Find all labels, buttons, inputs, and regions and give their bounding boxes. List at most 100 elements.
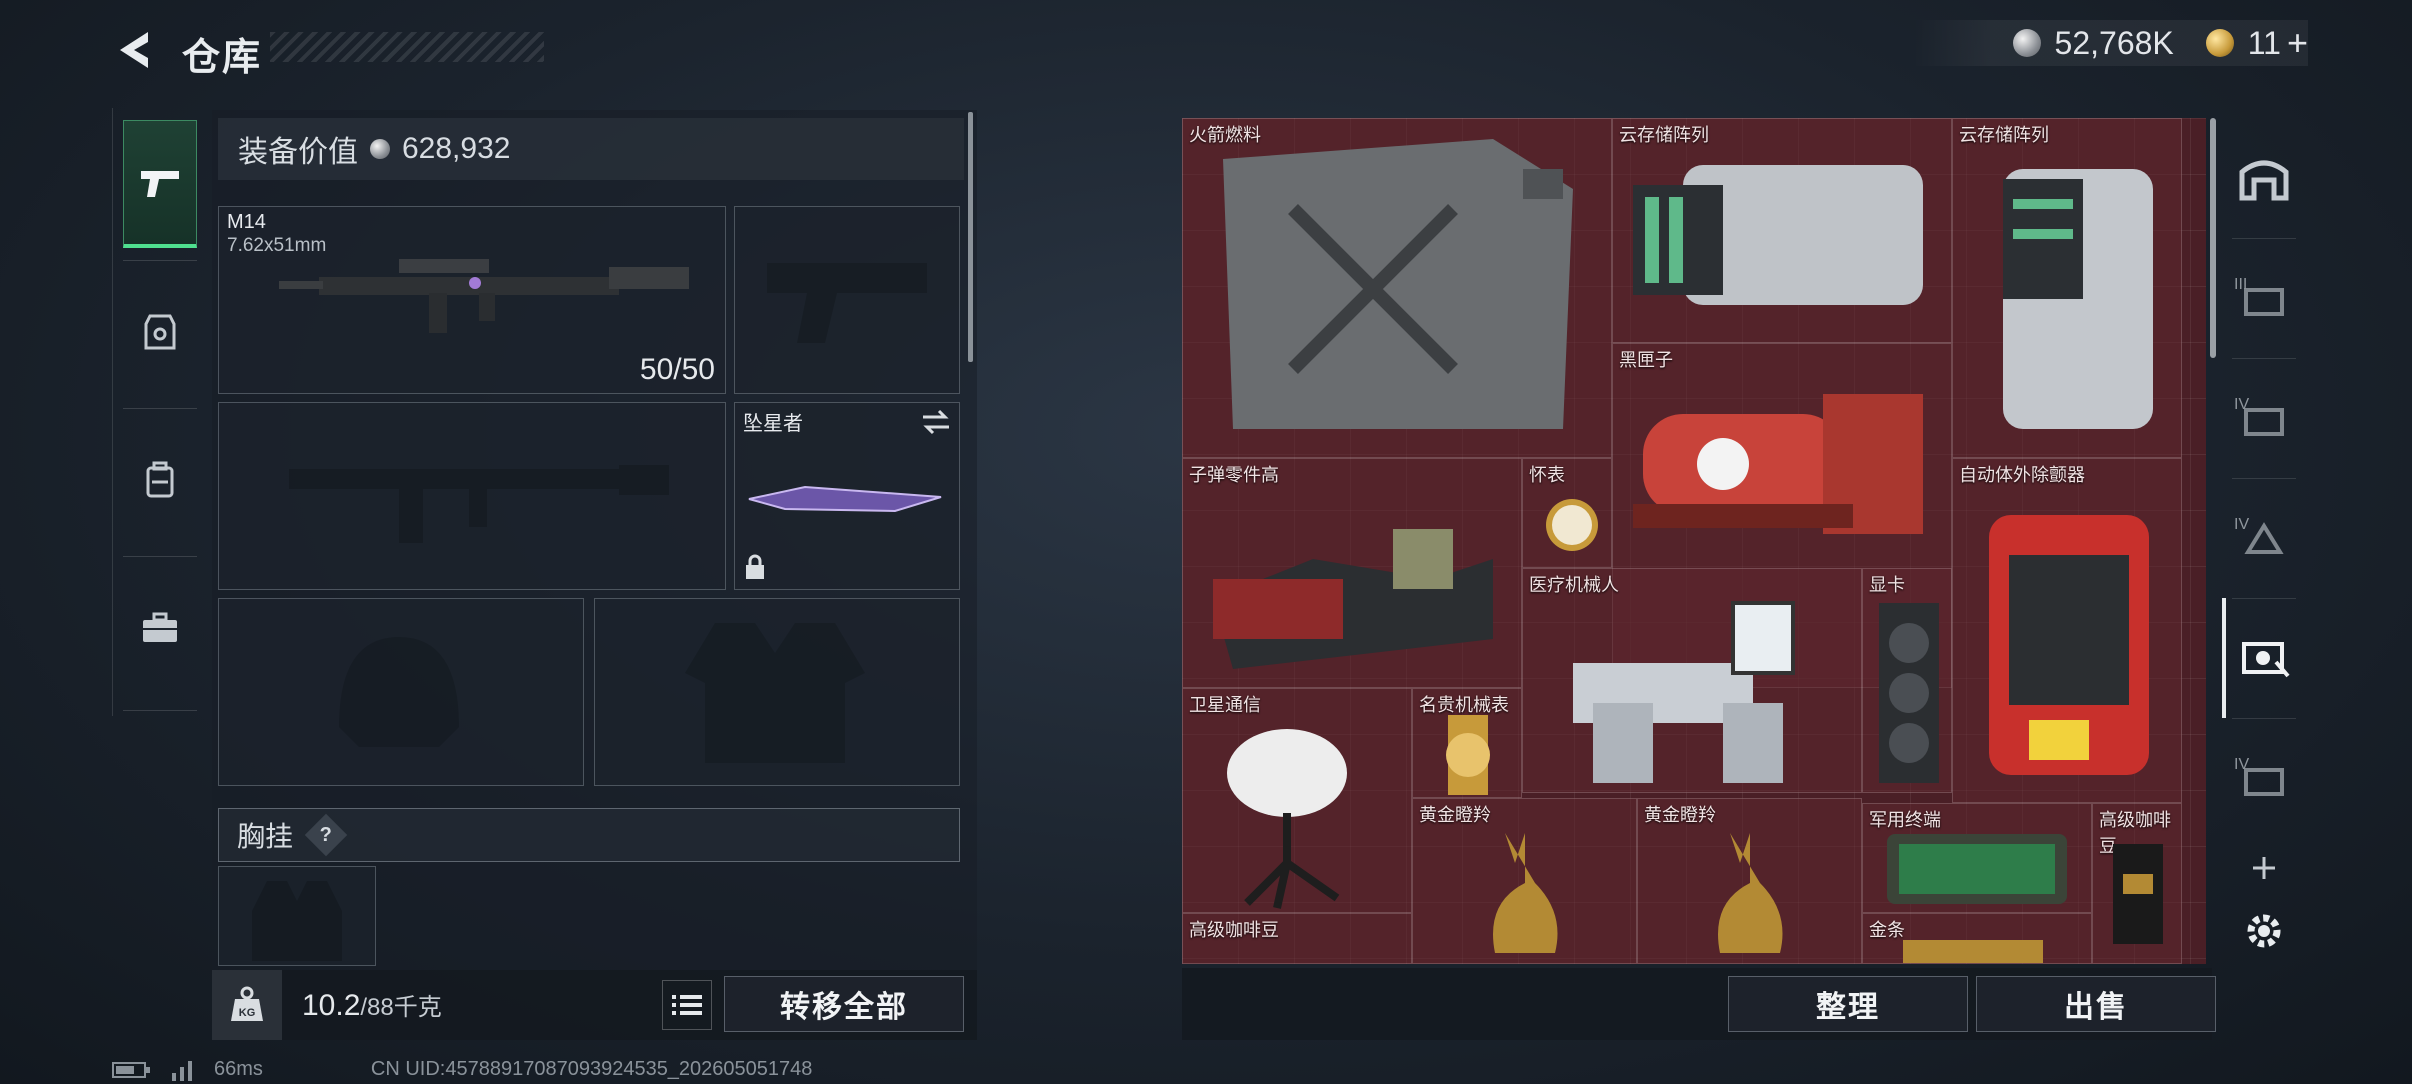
category-tier-4-a[interactable]: IV [2222,358,2306,478]
warehouse-icon [2239,160,2289,201]
armor-slot[interactable] [594,598,960,786]
status-bar: 66ms CN UID:4578891708709392453​5_202605… [112,1058,812,1081]
tier-label: III [2234,276,2248,293]
equipment-value: 628,932 [402,132,511,165]
vest-silhouette-icon [685,623,865,763]
pocket-watch-image [1546,499,1598,551]
tier-label: IV [2234,756,2250,773]
pistol-silhouette-icon [767,263,927,343]
stash-category-sidebar: III IV IV IV [2222,118,2306,978]
defibrillator-image [1989,515,2149,775]
back-arrow-icon [120,32,148,68]
helmet-slot[interactable] [218,598,584,786]
chest-rig-silhouette-icon [252,881,342,961]
transfer-all-button[interactable]: 转移全部 [724,976,964,1032]
currency-bar: 52,768K 11 + [1912,20,2308,66]
category-tier-4-b[interactable]: IV [2222,478,2306,598]
stash-item[interactable]: 卫星通信 [1182,688,1412,913]
stash-item[interactable]: 云存储阵列 [1612,118,1952,343]
stash-item[interactable]: 黄金瞪羚 [1412,798,1637,964]
loadout-scrollbar[interactable] [968,112,973,362]
equipment-value-bar: 装备价值 628,932 [218,118,964,180]
weapon-name: M14 [227,211,266,233]
stash-item[interactable]: 云存储阵列 [1952,118,2182,458]
category-tier-4-c[interactable]: IV [2222,718,2306,838]
category-tier-3[interactable]: III [2222,238,2306,358]
stash-item[interactable]: 怀表 [1522,458,1612,568]
rifle-image [279,259,689,333]
secondary-weapon-slot[interactable] [734,206,960,394]
add-category-button[interactable] [2222,838,2306,898]
silver-amount: 52,768K [2054,24,2174,61]
luxury-watch-image [1446,715,1490,795]
help-button[interactable]: ? [304,813,348,857]
user-uid: CN UID:4578891708709392453​5_20260505174… [370,1058,813,1080]
melee-name: 坠星者 [743,413,803,435]
tab-weapons[interactable] [123,120,197,248]
satellite-dish-image [1227,729,1347,909]
stash-item[interactable]: 自动体外除颤器 [1952,458,2182,803]
chest-rig-slot[interactable] [218,866,376,966]
weight-current: 10.2 [302,989,361,1022]
chest-rig-label: 胸挂 [237,821,294,852]
lock-icon [746,554,764,579]
list-view-button[interactable] [662,980,712,1030]
golden-gazelle-image [1493,833,1558,953]
tab-case[interactable] [123,564,197,692]
tab-backpack[interactable] [123,416,197,544]
medical-robot-image [1573,601,1795,783]
stash-item[interactable]: 黄金瞪羚 [1637,798,1862,964]
stash-item[interactable]: 子弹零件高 [1182,458,1522,688]
stash-item[interactable]: 医疗机械人 [1522,568,1862,793]
ping-readout: 66ms [214,1058,263,1080]
sell-button[interactable]: 出售 [1976,976,2216,1032]
ammo-parts-image [1213,529,1493,669]
gold-amount: 11 [2247,24,2281,61]
stash-item[interactable]: 高级咖啡豆 [1182,913,1412,964]
black-box-image [1633,394,1923,534]
secondary-rifle-slot[interactable] [218,402,726,590]
valuables-icon [2242,642,2290,678]
plus-icon [2253,857,2275,879]
category-valuables[interactable] [2222,598,2306,718]
server-tower-image [2003,169,2153,429]
gold-coin-icon [2205,29,2234,57]
add-currency-button[interactable]: + [2287,22,2308,64]
gear-icon [2247,914,2281,948]
server-image [1633,165,1923,305]
page-title: 仓库 [182,37,263,79]
helmet-silhouette-icon [339,637,459,747]
settings-button[interactable] [2222,896,2306,966]
rifle-silhouette-icon [289,465,669,543]
equipment-value-label: 装备价值 [238,136,358,169]
weight-readout: 10.2/88千克 [302,987,442,1023]
stash-grid: 火箭燃料 云存储阵列 云存储阵列 黑匣子 子弹零件高 怀表 自动体外除颤器 医疗… [1182,118,2206,964]
footer-left-bar: KG 10.2/88千克 转移全部 [212,970,977,1040]
category-all[interactable] [2222,118,2306,238]
stash-item[interactable]: 名贵机械表 [1412,688,1522,798]
stash-item[interactable]: 火箭燃料 [1182,118,1612,458]
organize-button[interactable]: 整理 [1728,976,1968,1032]
weapon-ammo: 50/50 [639,353,715,386]
footer-right-bar: 整理 出售 [1182,968,2216,1040]
chest-rig-header: 胸挂 ? [218,808,960,862]
graphics-card-image [1879,603,1939,783]
weight-capacity: /88千克 [360,994,442,1021]
stash-item[interactable]: 显卡 [1862,568,1952,793]
pistol-icon [141,170,179,197]
military-terminal-image [1887,834,2067,904]
melee-slot[interactable]: 坠星者 [734,402,960,590]
primary-weapon-slot[interactable]: M14 7.62x51mm 50/50 [218,206,726,394]
coffee-bag-image [2113,844,2163,944]
equipment-tabs [112,108,206,716]
stash-scrollbar[interactable] [2210,118,2216,358]
title-decoration [270,32,544,62]
stash-item[interactable]: 高级咖啡豆 [2092,803,2182,964]
stash-item[interactable]: 军用终端 [1862,803,2092,913]
stash-item[interactable]: 金条 [1862,913,2092,964]
back-button[interactable] [112,24,156,76]
golden-gazelle-image [1718,833,1783,953]
tab-armor[interactable] [123,268,197,396]
silver-coin-icon [370,139,390,159]
weight-icon: KG [231,986,263,1021]
